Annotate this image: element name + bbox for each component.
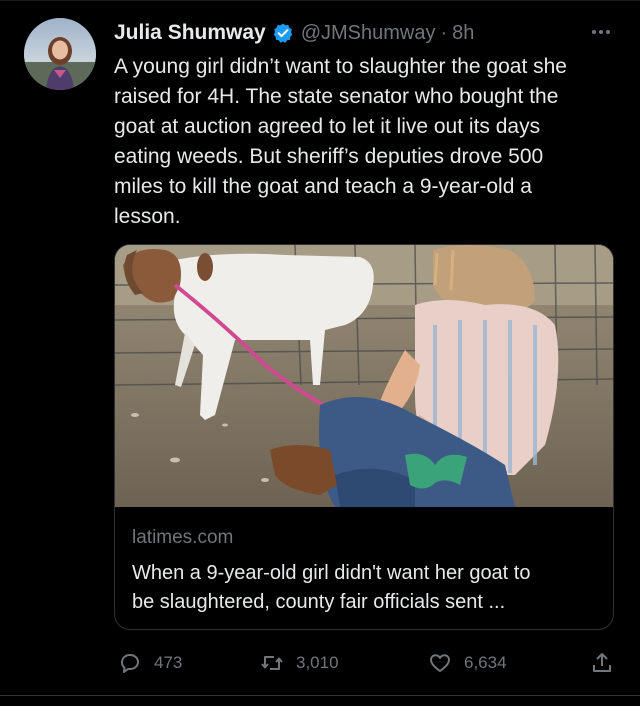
divider bbox=[0, 0, 640, 1]
reply-count: 473 bbox=[154, 653, 183, 672]
share-button[interactable] bbox=[590, 648, 614, 678]
timestamp[interactable]: 8h bbox=[452, 22, 474, 45]
retweet-icon bbox=[261, 656, 283, 670]
verified-badge-icon bbox=[272, 22, 294, 44]
separator: · bbox=[440, 21, 448, 44]
tweet-text-line: lesson. bbox=[114, 205, 181, 228]
reply-icon bbox=[121, 654, 139, 673]
link-card-image[interactable] bbox=[115, 245, 613, 507]
link-card-domain: latimes.com bbox=[132, 527, 234, 548]
tweet-text-line: goat at auction agreed to let it live ou… bbox=[114, 115, 541, 138]
tweet-text-line: A young girl didn’t want to slaughter th… bbox=[114, 55, 567, 78]
divider bbox=[0, 695, 640, 696]
link-card-title-line: When a 9-year-old girl didn't want her g… bbox=[132, 562, 531, 584]
like-button[interactable]: 6,634 bbox=[428, 648, 507, 678]
retweet-count: 3,010 bbox=[296, 653, 339, 672]
tweet-header: Julia Shumway @JMShumway · 8h bbox=[114, 18, 614, 48]
retweet-button[interactable]: 3,010 bbox=[260, 648, 339, 678]
link-card[interactable]: latimes.com When a 9-year-old girl didn'… bbox=[114, 244, 614, 630]
author-handle[interactable]: @JMShumway bbox=[301, 22, 436, 45]
avatar-image bbox=[24, 18, 96, 90]
tweet-text: A young girl didn’t want to slaughter th… bbox=[114, 52, 614, 232]
reply-button[interactable]: 473 bbox=[118, 648, 182, 678]
share-icon bbox=[593, 653, 611, 672]
tweet-text-line: miles to kill the goat and teach a 9-yea… bbox=[114, 175, 532, 198]
link-card-title: When a 9-year-old girl didn't want her g… bbox=[132, 559, 602, 617]
heart-icon bbox=[430, 654, 450, 672]
like-count: 6,634 bbox=[464, 653, 507, 672]
link-card-title-line: be slaughtered, county fair officials se… bbox=[132, 591, 506, 613]
author-name[interactable]: Julia Shumway bbox=[114, 21, 266, 45]
avatar[interactable] bbox=[24, 18, 96, 90]
tweet-text-line: raised for 4H. The state senator who bou… bbox=[114, 85, 559, 108]
action-bar: 473 3,010 6,634 bbox=[114, 648, 614, 678]
more-dots-icon[interactable] bbox=[587, 22, 615, 42]
tweet[interactable]: Julia Shumway @JMShumway · 8h A young gi… bbox=[0, 0, 640, 706]
tweet-text-line: eating weeds. But sheriff’s deputies dro… bbox=[114, 145, 544, 168]
